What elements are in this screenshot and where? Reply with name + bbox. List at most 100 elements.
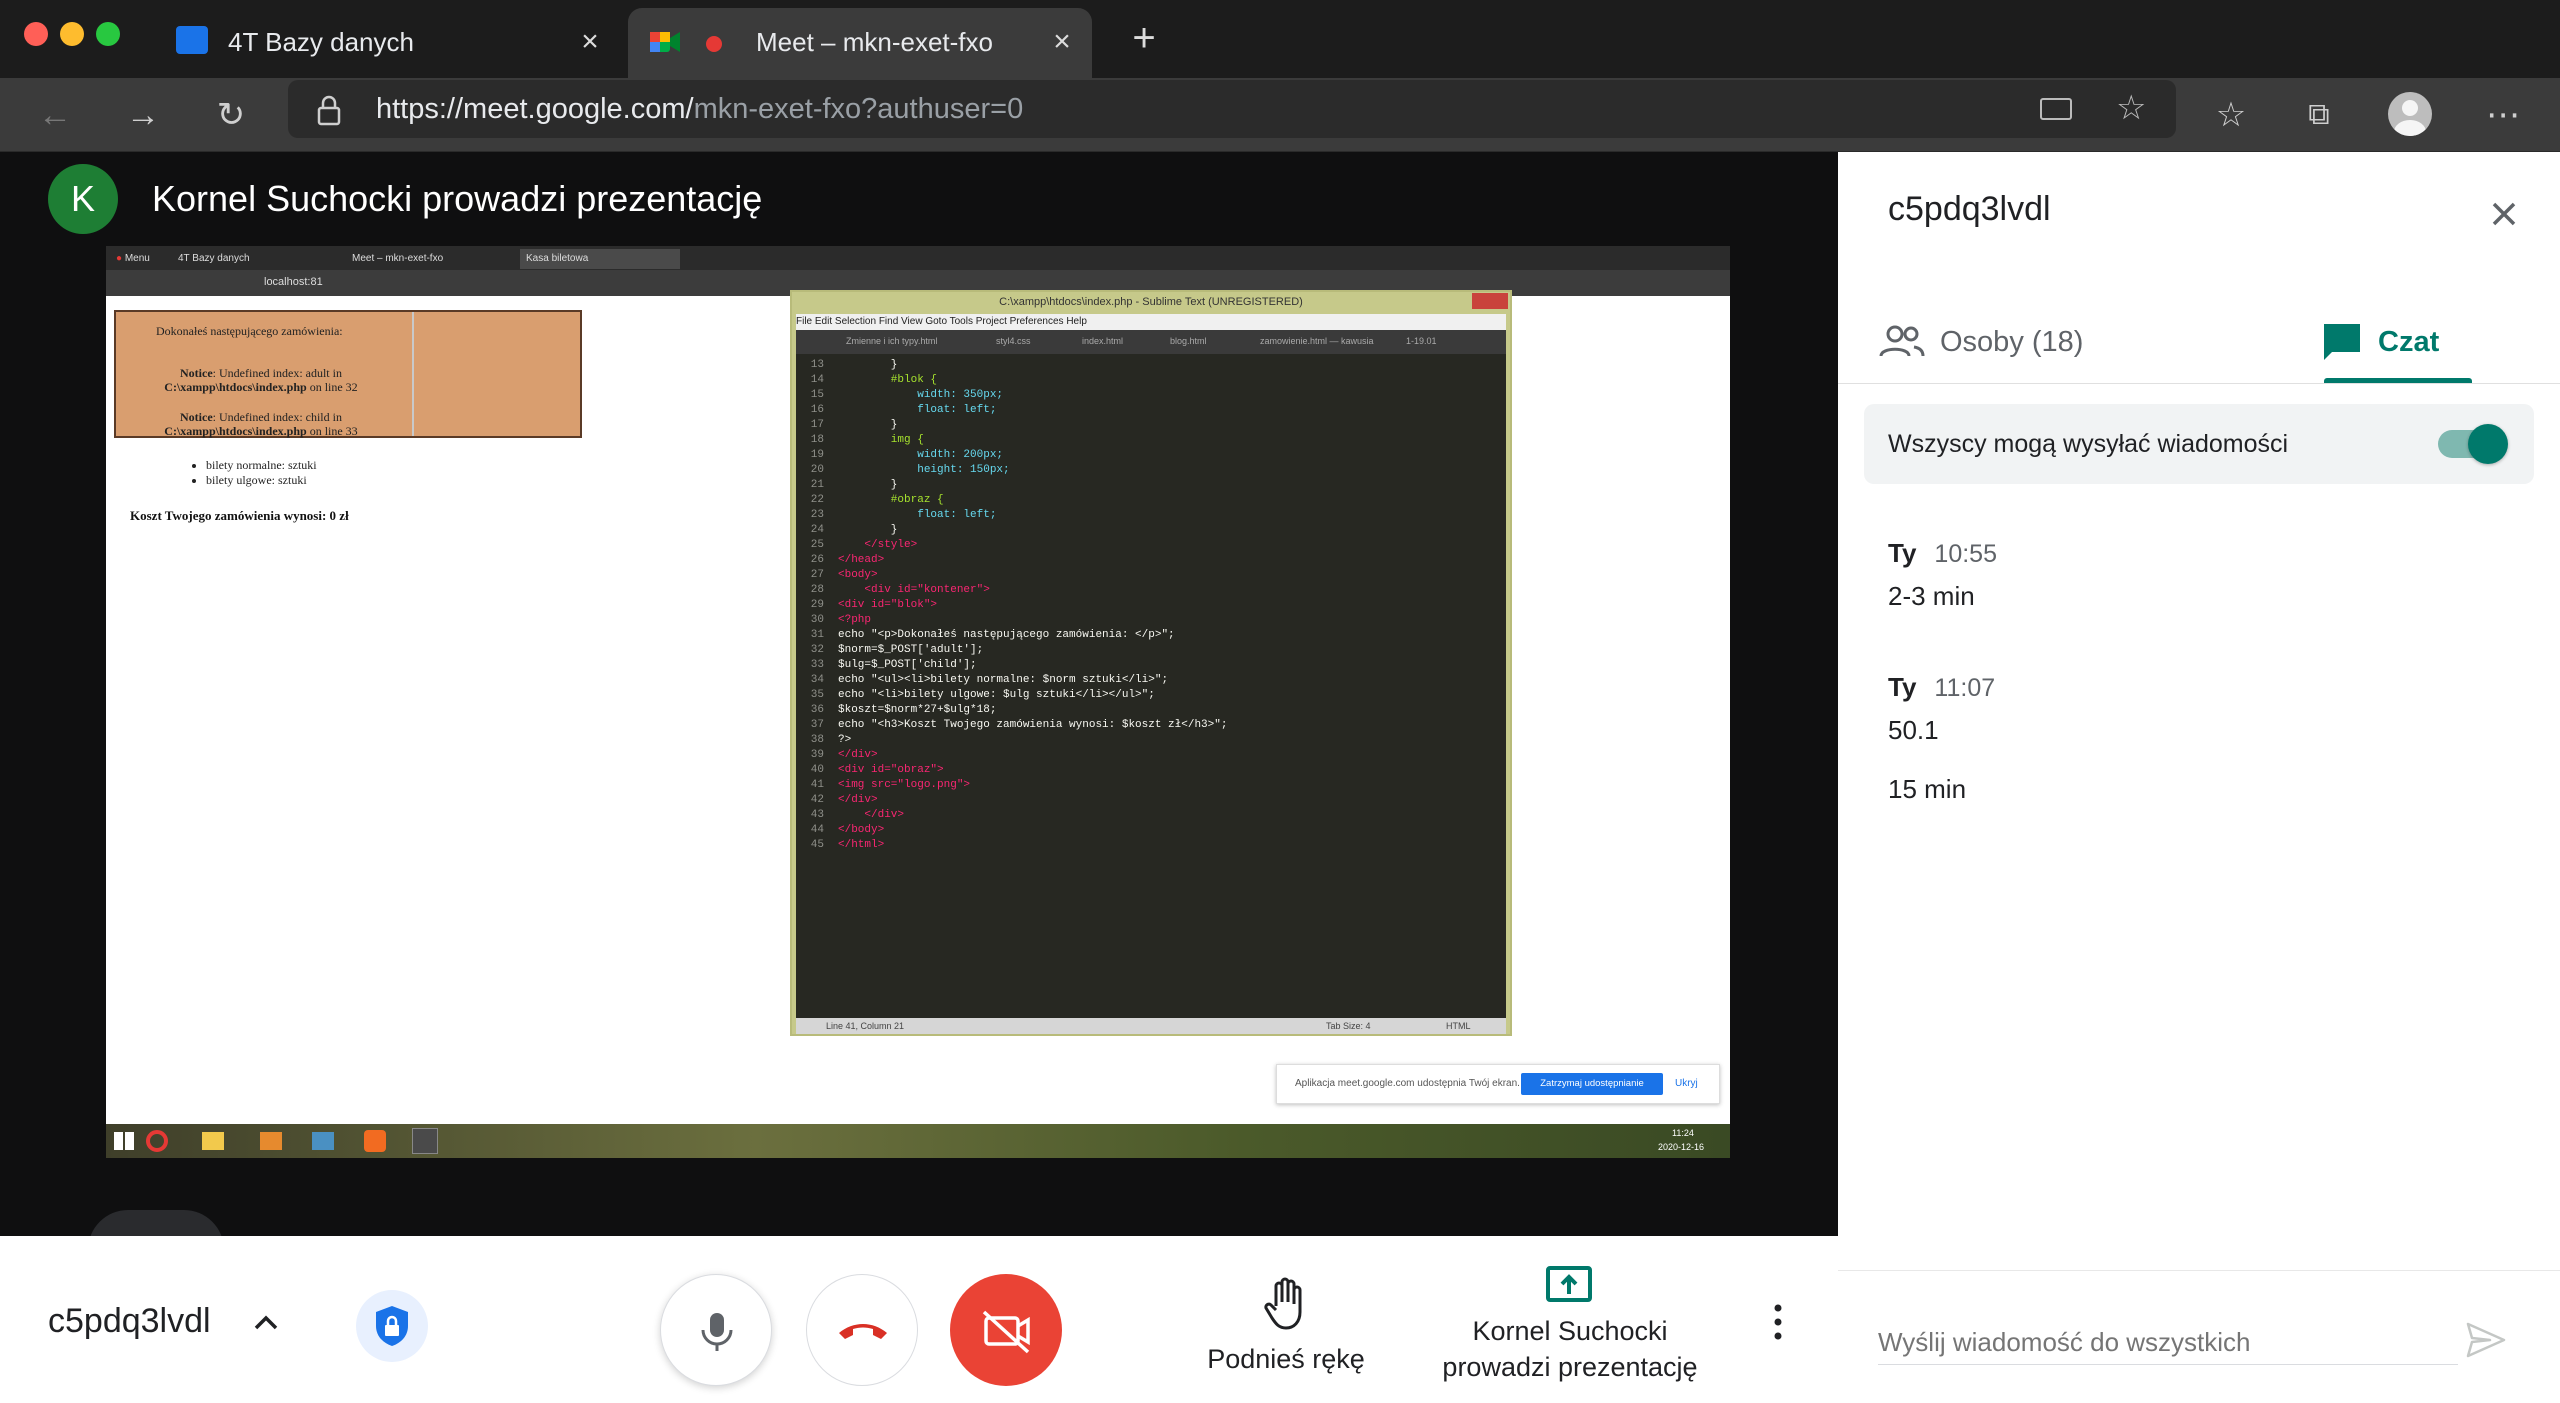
compose-divider bbox=[1838, 1270, 2560, 1271]
maximize-window-button[interactable] bbox=[96, 22, 120, 46]
notice-label: Notice bbox=[180, 410, 213, 424]
code-line: 45 </html> bbox=[796, 838, 884, 853]
message-text: 15 min bbox=[1888, 774, 1967, 804]
code-line: 43 </div> bbox=[796, 808, 904, 823]
status-tabsize: Tab Size: 4 bbox=[1326, 1021, 1371, 1031]
line-number: 21 bbox=[810, 479, 824, 491]
order-total: Koszt Twojego zamówienia wynosi: 0 zł bbox=[130, 508, 349, 523]
close-tab-icon[interactable]: × bbox=[1046, 26, 1078, 58]
meet-control-bar: c5pdq3lvdl Podnieś rękę Kornel Suchocki … bbox=[0, 1236, 1838, 1403]
microphone-icon bbox=[701, 1313, 733, 1351]
line-number: 36 bbox=[810, 704, 824, 716]
close-window-button[interactable] bbox=[24, 22, 48, 46]
collections-icon[interactable]: ⧉ bbox=[2296, 92, 2342, 138]
code-line: 36 $koszt=$norm*27+$ulg*18; bbox=[796, 703, 997, 718]
order-box: Dokonałeś następującego zamówienia: Noti… bbox=[114, 310, 582, 438]
side-panel: c5pdq3lvdl Osoby (18) Czat Wszyscy mogą … bbox=[1838, 152, 2560, 1403]
profile-avatar[interactable] bbox=[2388, 92, 2432, 136]
forward-icon[interactable]: → bbox=[120, 92, 166, 138]
sublime-window: C:\xampp\htdocs\index.php - Sublime Text… bbox=[790, 290, 1512, 1036]
line-number: 32 bbox=[810, 644, 824, 656]
camera-in-use-icon[interactable] bbox=[2040, 98, 2072, 120]
favorite-star-icon[interactable]: ☆ bbox=[2116, 88, 2146, 128]
line-number: 34 bbox=[810, 674, 824, 686]
new-tab-button[interactable]: + bbox=[1124, 18, 1164, 58]
more-menu-icon[interactable]: ⋯ bbox=[2480, 92, 2526, 138]
network-icon bbox=[312, 1132, 334, 1150]
code-line: 14 #blok { bbox=[796, 373, 937, 388]
line-number: 22 bbox=[810, 494, 824, 506]
recording-dot-icon bbox=[706, 36, 722, 52]
shared-tab: ● Menu bbox=[116, 253, 150, 264]
reload-icon[interactable]: ↻ bbox=[208, 92, 254, 138]
code-line: 39 </div> bbox=[796, 748, 878, 763]
code-line: 30 <?php bbox=[796, 613, 871, 628]
presenting-button[interactable]: Kornel Suchocki prowadzi prezentację bbox=[1410, 1264, 1730, 1394]
chat-message: Ty 10:55 2-3 min bbox=[1888, 538, 1997, 612]
address-bar[interactable]: https://meet.google.com/mkn-exet-fxo?aut… bbox=[288, 80, 2176, 138]
raise-hand-button[interactable]: Podnieś rękę bbox=[1186, 1276, 1386, 1386]
code-text: </div> bbox=[838, 809, 905, 821]
code-line: 40 <div id="obraz"> bbox=[796, 763, 944, 778]
browser-tab-meet[interactable]: Meet – mkn-exet-fxo × bbox=[628, 8, 1092, 78]
message-text: 50.1 bbox=[1888, 715, 1939, 745]
code-text: <img src="logo.png"> bbox=[838, 779, 971, 791]
sublime-tab: Zmienne i ich typy.html bbox=[846, 336, 938, 346]
security-button[interactable] bbox=[356, 1290, 428, 1362]
message-text: 2-3 min bbox=[1888, 581, 1975, 611]
close-panel-icon[interactable] bbox=[2482, 192, 2526, 236]
meeting-details-chevron-icon[interactable] bbox=[248, 1304, 284, 1340]
taskbar-date: 2020-12-16 bbox=[1658, 1142, 1705, 1152]
tab-title: Meet – mkn-exet-fxo bbox=[756, 27, 993, 57]
browser-tab-bazy[interactable]: 4T Bazy danych × bbox=[160, 8, 620, 78]
notice-text: : Undefined index: adult in bbox=[212, 366, 342, 380]
minimize-window-button[interactable] bbox=[60, 22, 84, 46]
screen-share-notice: Aplikacja meet.google.com udostępnia Twó… bbox=[1276, 1064, 1720, 1104]
code-text: } bbox=[838, 479, 898, 491]
code-text: <?php bbox=[838, 614, 872, 626]
tab-chat[interactable]: Czat bbox=[2320, 298, 2480, 386]
shield-lock-icon bbox=[376, 1306, 408, 1346]
favorites-icon[interactable]: ☆ bbox=[2208, 92, 2254, 138]
line-number: 35 bbox=[810, 689, 824, 701]
code-line: 18 img { bbox=[796, 433, 924, 448]
close-tab-icon[interactable]: × bbox=[574, 26, 606, 58]
code-line: 13 } bbox=[796, 358, 898, 373]
chat-permission-toggle[interactable] bbox=[2438, 424, 2508, 464]
code-text: <div id="kontener"> bbox=[838, 584, 990, 596]
notice-2: Notice: Undefined index: child in C:\xam… bbox=[146, 410, 376, 438]
compose-underline bbox=[1878, 1364, 2458, 1365]
browser-tab-bar: 4T Bazy danych × Meet – mkn-exet-fxo × + bbox=[0, 0, 2560, 78]
code-text: #obraz { bbox=[838, 494, 944, 506]
line-number: 43 bbox=[810, 809, 824, 821]
media-player-icon bbox=[260, 1132, 282, 1150]
presenting-label-line2: prowadzi prezentację bbox=[1442, 1352, 1698, 1382]
leave-call-button[interactable] bbox=[806, 1274, 918, 1386]
raise-hand-label: Podnieś rękę bbox=[1207, 1344, 1365, 1374]
shared-address: localhost:81 bbox=[264, 276, 323, 288]
tab-people-label: Osoby (18) bbox=[1940, 325, 2084, 358]
chat-message-input[interactable] bbox=[1878, 1320, 2458, 1364]
people-icon bbox=[1878, 322, 1926, 362]
sublime-tab: 1-19.01 bbox=[1406, 336, 1437, 346]
line-number: 44 bbox=[810, 824, 824, 836]
code-text: ?> bbox=[838, 734, 852, 746]
back-icon[interactable]: ← bbox=[32, 92, 78, 138]
microphone-button[interactable] bbox=[660, 1274, 772, 1386]
tab-people[interactable]: Osoby (18) bbox=[1878, 298, 2148, 386]
line-number: 15 bbox=[810, 389, 824, 401]
sublime-tab: index.html bbox=[1082, 336, 1124, 346]
chat-icon bbox=[2320, 320, 2364, 364]
broken-image bbox=[412, 312, 414, 436]
camera-off-button[interactable] bbox=[950, 1274, 1062, 1386]
code-line: 31 echo "<p>Dokonałeś następującego zamów… bbox=[796, 628, 1175, 643]
code-text: #blok { bbox=[838, 374, 938, 386]
send-icon[interactable] bbox=[2464, 1318, 2508, 1362]
code-text: float: left; bbox=[838, 509, 997, 521]
code-text: </html> bbox=[838, 839, 885, 851]
more-options-icon[interactable] bbox=[1766, 1302, 1790, 1342]
tab-title: 4T Bazy danych bbox=[228, 27, 414, 57]
shared-tab: Meet – mkn-exet-fxo bbox=[346, 249, 516, 269]
shared-tab-label: Meet – mkn-exet-fxo bbox=[352, 253, 444, 264]
line-number: 38 bbox=[810, 734, 824, 746]
